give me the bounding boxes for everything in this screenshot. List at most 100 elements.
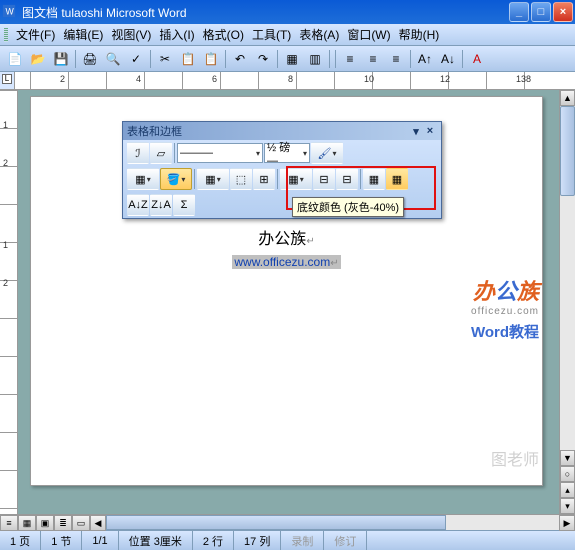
draw-table-button[interactable]: ℐ [127, 142, 149, 164]
status-page: 1 页 [0, 531, 41, 550]
vertical-ruler[interactable]: 1 2 1 2 [0, 90, 18, 514]
toolbar-separator [329, 50, 330, 68]
align-right-button[interactable]: ≡ [385, 48, 407, 70]
copy-button[interactable]: 📋 [177, 48, 199, 70]
ruler-label: 8 [288, 74, 293, 84]
ruler-v-label: 1 [3, 240, 8, 250]
font-decrease-button[interactable]: A↓ [437, 48, 459, 70]
redo-button[interactable]: ↷ [252, 48, 274, 70]
line-weight-combo[interactable]: ½ 磅 — [264, 143, 310, 163]
word-app-icon: W [2, 4, 18, 20]
spellcheck-button[interactable]: ✓ [125, 48, 147, 70]
tab-selector[interactable]: L [2, 74, 12, 84]
align-left-button[interactable]: ≡ [339, 48, 361, 70]
ruler-v-label: 1 [3, 120, 8, 130]
ruler-label: 12 [440, 74, 450, 84]
line-style-combo[interactable]: ——— [177, 143, 263, 163]
status-pages: 1/1 [82, 531, 118, 550]
window-title: 图文档 tulaoshi Microsoft Word [22, 4, 509, 21]
print-button[interactable]: 🖨 [79, 48, 101, 70]
menu-edit[interactable]: 编辑(E) [59, 26, 107, 43]
cut-button[interactable]: ✂ [154, 48, 176, 70]
menu-file[interactable]: 文件(F) [12, 26, 59, 43]
table-autoformat-button[interactable]: ▦ [363, 168, 385, 190]
menu-tools[interactable]: 工具(T) [248, 26, 295, 43]
shading-color-button[interactable]: 🪣 [160, 168, 192, 190]
hide-gridlines-button[interactable]: ▦ [386, 168, 408, 190]
undo-button[interactable]: ↶ [229, 48, 251, 70]
toolbar-separator [174, 143, 175, 163]
new-doc-button[interactable]: 📄 [4, 48, 26, 70]
eraser-button[interactable]: ▱ [150, 142, 172, 164]
status-position: 位置 3厘米 [119, 531, 193, 550]
next-page-button[interactable]: ▾ [560, 498, 575, 514]
toolbar-title: 表格和边框 [127, 123, 409, 139]
close-button[interactable]: × [553, 2, 573, 22]
menu-insert[interactable]: 插入(I) [155, 26, 198, 43]
font-color-button[interactable]: A [466, 48, 488, 70]
prev-page-button[interactable]: ▴ [560, 482, 575, 498]
print-layout-button[interactable]: ▣ [36, 515, 54, 531]
svg-text:W: W [6, 7, 15, 17]
insert-table-button[interactable]: ▦ [197, 168, 229, 190]
watermark-logo: 办公族 [471, 274, 539, 306]
minimize-button[interactable]: _ [509, 2, 529, 22]
vertical-scrollbar[interactable]: ▲ ▼ ○ ▴ ▾ [559, 90, 575, 514]
menubar-grip[interactable] [4, 28, 8, 42]
reading-view-button[interactable]: ▭ [72, 515, 90, 531]
web-view-button[interactable]: ▦ [18, 515, 36, 531]
columns-button[interactable]: ▥ [304, 48, 326, 70]
menu-format[interactable]: 格式(O) [199, 26, 248, 43]
autosum-button[interactable]: Σ [173, 194, 195, 216]
sort-desc-button[interactable]: Z↓A [150, 194, 172, 216]
font-increase-button[interactable]: A↑ [414, 48, 436, 70]
paste-button[interactable]: 📋 [200, 48, 222, 70]
scroll-down-button[interactable]: ▼ [560, 450, 575, 466]
scroll-track[interactable] [560, 106, 575, 450]
distribute-cols-button[interactable]: ⊟ [336, 168, 358, 190]
open-button[interactable]: 📂 [27, 48, 49, 70]
insert-table-button[interactable]: ▦ [281, 48, 303, 70]
scroll-up-button[interactable]: ▲ [560, 90, 575, 106]
toolbar-separator [360, 169, 361, 189]
split-cells-button[interactable]: ⊞ [253, 168, 275, 190]
scroll-right-button[interactable]: ▶ [559, 515, 575, 531]
sort-asc-button[interactable]: A↓Z [127, 194, 149, 216]
toolbar-close-button[interactable]: × [423, 124, 437, 138]
document-text-line[interactable]: www.officezu.com [232, 255, 340, 269]
outside-border-button[interactable]: ▦ [127, 168, 159, 190]
cell-alignment-button[interactable]: ▦ [280, 168, 312, 190]
toolbar-separator [462, 50, 463, 68]
ruler-v-label: 2 [3, 158, 8, 168]
ruler-v-label: 2 [3, 278, 8, 288]
save-button[interactable]: 💾 [50, 48, 72, 70]
document-text-line[interactable]: 办公族 [258, 225, 314, 249]
horizontal-ruler[interactable]: L 2 4 6 8 10 12 138 [0, 72, 575, 90]
maximize-button[interactable]: □ [531, 2, 551, 22]
ruler-label: 10 [364, 74, 374, 84]
scroll-track-h[interactable] [106, 515, 559, 530]
outline-view-button[interactable]: ≣ [54, 515, 72, 531]
browse-object-button[interactable]: ○ [560, 466, 575, 482]
toolbar-title-bar[interactable]: 表格和边框 ▾ × [123, 122, 441, 140]
preview-button[interactable]: 🔍 [102, 48, 124, 70]
menu-help[interactable]: 帮助(H) [395, 26, 444, 43]
border-color-button[interactable]: 🖌 [311, 142, 343, 164]
menu-window[interactable]: 窗口(W) [343, 26, 394, 43]
watermark-url: officezu.com [471, 306, 539, 317]
scroll-left-button[interactable]: ◀ [90, 515, 106, 531]
menu-bar: 文件(F) 编辑(E) 视图(V) 插入(I) 格式(O) 工具(T) 表格(A… [0, 24, 575, 46]
menu-view[interactable]: 视图(V) [107, 26, 155, 43]
watermark-brand: 办公族 officezu.com Word教程 [471, 274, 539, 342]
scroll-thumb-h[interactable] [106, 515, 446, 530]
view-buttons: ≡ ▦ ▣ ≣ ▭ [0, 515, 90, 530]
normal-view-button[interactable]: ≡ [0, 515, 18, 531]
merge-cells-button[interactable]: ⬚ [230, 168, 252, 190]
tooltip: 底纹颜色 (灰色-40%) [292, 197, 404, 217]
toolbar-options-button[interactable]: ▾ [409, 124, 423, 138]
align-center-button[interactable]: ≡ [362, 48, 384, 70]
menu-table[interactable]: 表格(A) [295, 26, 343, 43]
distribute-rows-button[interactable]: ⊟ [313, 168, 335, 190]
status-col: 17 列 [234, 531, 281, 550]
scroll-thumb[interactable] [560, 106, 575, 196]
